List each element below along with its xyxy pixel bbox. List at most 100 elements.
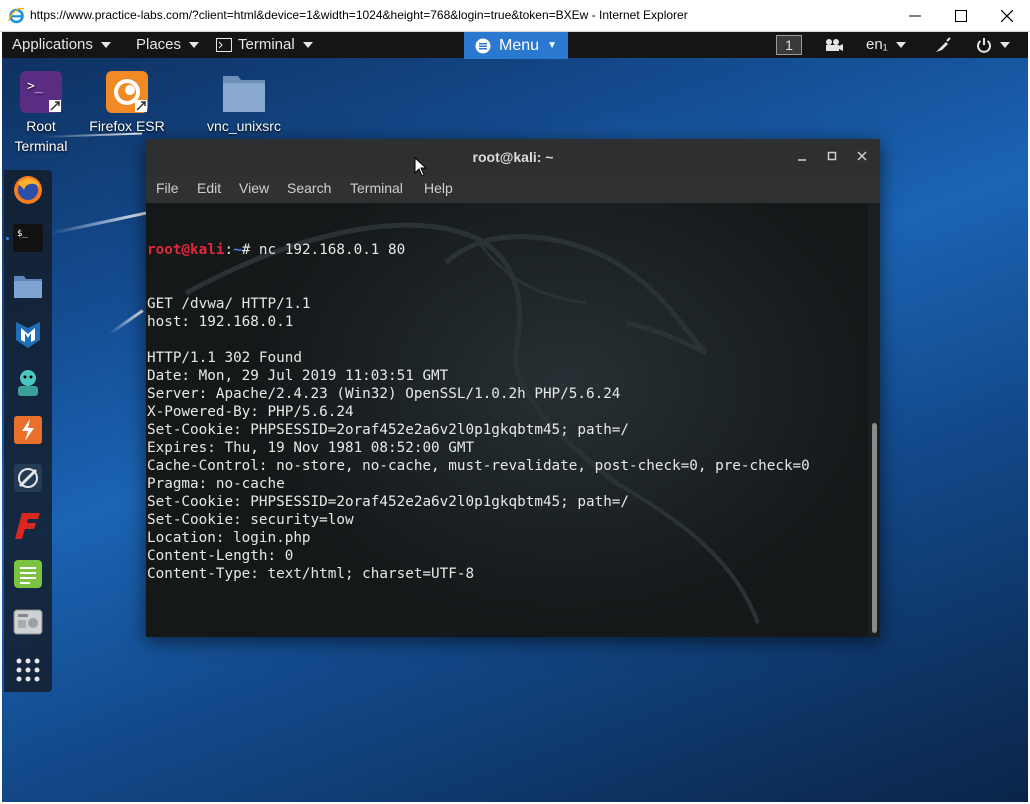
browser-title-bar: https://www.practice-labs.com/?client=ht… [0,0,1030,32]
output-block: GET /dvwa/ HTTP/1.1 host: 192.168.0.1 HTTP… [147,295,810,601]
minimize-icon [909,15,921,17]
output-line: Content-Type: text/html; charset=UTF-8 [147,566,475,582]
command-line: root@kali:~# nc 192.168.0.1 80 [147,241,810,259]
terminal-text: root@kali:~# nc 192.168.0.1 80 GET /dvwa… [147,205,810,637]
root-terminal-icon: >_ [19,70,63,114]
terminal-title-bar[interactable]: root@kali: ~ [146,139,880,174]
menu-edit[interactable]: Edit [197,180,221,196]
terminal-scrollbar[interactable] [868,203,880,637]
close-icon[interactable] [854,148,870,164]
output-line: Set-Cookie: security=low [147,512,354,528]
output-line: Date: Mon, 29 Jul 2019 11:03:51 GMT [147,368,449,384]
desktop-icon-label: vnc_unixsrc [207,118,281,134]
places-menu[interactable]: Places [136,36,200,53]
output-line: Server: Apache/2.4.23 (Win32) OpenSSL/1.… [147,386,621,402]
output-line: HTTP/1.1 302 Found [147,350,302,366]
running-indicator [6,237,9,240]
terminal-title: root@kali: ~ [472,149,554,165]
output-line: Content-Length: 0 [147,548,294,564]
output-line: Set-Cookie: PHPSESSID=2oraf452e2a6v2l0p1… [147,494,630,510]
menu-view[interactable]: View [239,180,269,196]
wallpaper-streak [109,309,144,335]
metasploit-icon[interactable] [12,318,44,350]
terminal-label: Terminal [238,36,295,53]
terminal-menu-bar: File Edit View Search Terminal Help [146,174,880,203]
chevron-down-icon [1000,42,1010,48]
prompt-symbol: # [241,242,259,258]
output-line: Pragma: no-cache [147,476,285,492]
top-panel: Applications Places Terminal Menu ▼ 1 en… [2,32,1028,59]
workspace-indicator[interactable]: 1 [776,35,802,55]
firefox-icon[interactable] [12,174,44,206]
terminal-window[interactable]: root@kali: ~ File Edit View Search Termi… [146,139,880,637]
desktop-icon-vnc-unixsrc[interactable]: vnc_unixsrc [199,70,289,136]
menu-help[interactable]: Help [424,180,453,196]
video-camera-icon[interactable] [824,38,844,52]
maximize-icon[interactable] [824,148,840,164]
chevron-down-icon [302,41,313,48]
menu-file[interactable]: File [156,180,179,196]
maximize-button[interactable] [938,0,984,32]
desktop-icon-label: Firefox ESR [89,118,165,134]
chevron-down-icon [100,41,111,48]
power-icon [977,38,991,53]
mouse-pointer-icon [414,157,428,177]
screenshot-icon[interactable] [12,606,44,638]
show-applications-icon[interactable] [12,654,44,686]
power-menu[interactable] [976,37,1010,53]
terminal-icon [216,37,232,52]
firefox-icon [105,70,149,114]
pen-icon[interactable] [934,36,952,54]
chevron-down-icon [895,41,906,48]
language-menu[interactable]: en₁ [866,36,906,53]
prompt-user: root@kali [147,242,225,258]
output-line: host: 192.168.0.1 [147,314,294,330]
armitage-icon[interactable] [12,366,44,398]
desktop-icon-firefox-esr[interactable]: Firefox ESR [82,70,172,136]
dock: $_ [4,170,52,692]
output-line: Expires: Thu, 19 Nov 1981 08:52:00 GMT [147,440,475,456]
scrollbar-thumb[interactable] [872,423,877,633]
leafpad-icon[interactable] [12,558,44,590]
maltego-icon[interactable] [12,462,44,494]
language-label: en₁ [866,36,888,53]
internet-explorer-icon [8,7,25,24]
menu-caret-icon: ▼ [547,40,557,51]
output-line: Location: login.php [147,530,311,546]
menu-label: Menu [499,36,540,54]
svg-text:>_: >_ [27,79,43,94]
browser-title: https://www.practice-labs.com/?client=ht… [30,8,688,22]
menu-search[interactable]: Search [287,180,331,196]
menu-icon [475,38,491,53]
svg-text:$_: $_ [17,229,28,239]
desktop-icon-label: Root [26,118,56,134]
burpsuite-icon[interactable] [12,414,44,446]
desktop-icon-label: Terminal [14,138,68,154]
menu-terminal[interactable]: Terminal [350,180,403,196]
terminal-app-menu[interactable]: Terminal [216,36,313,53]
places-label: Places [136,36,182,53]
applications-label: Applications [12,36,93,53]
close-button[interactable] [984,0,1030,32]
minimize-icon[interactable] [794,148,810,164]
terminal-output-area[interactable]: root@kali:~# nc 192.168.0.1 80 GET /dvwa… [146,203,868,637]
faraday-icon[interactable] [12,510,44,542]
maximize-icon [955,10,967,22]
output-line: X-Powered-By: PHP/5.6.24 [147,404,354,420]
terminal-icon[interactable]: $_ [12,222,44,254]
output-line: Set-Cookie: PHPSESSID=2oraf452e2a6v2l0p1… [147,422,630,438]
files-icon[interactable] [12,270,44,302]
prompt-separator: : [224,242,234,258]
prompt-path: ~ [233,242,242,258]
applications-menu[interactable]: Applications [12,36,111,53]
command-text: nc 192.168.0.1 80 [258,242,406,258]
remote-desktop[interactable]: Applications Places Terminal Menu ▼ 1 en… [2,32,1028,802]
menu-button[interactable]: Menu ▼ [464,32,568,59]
wallpaper-streak [49,211,149,235]
chevron-down-icon [189,41,200,48]
close-icon [1001,10,1013,22]
minimize-button[interactable] [892,0,938,32]
desktop-icon-root-terminal[interactable]: >_ Root Terminal [2,70,86,156]
